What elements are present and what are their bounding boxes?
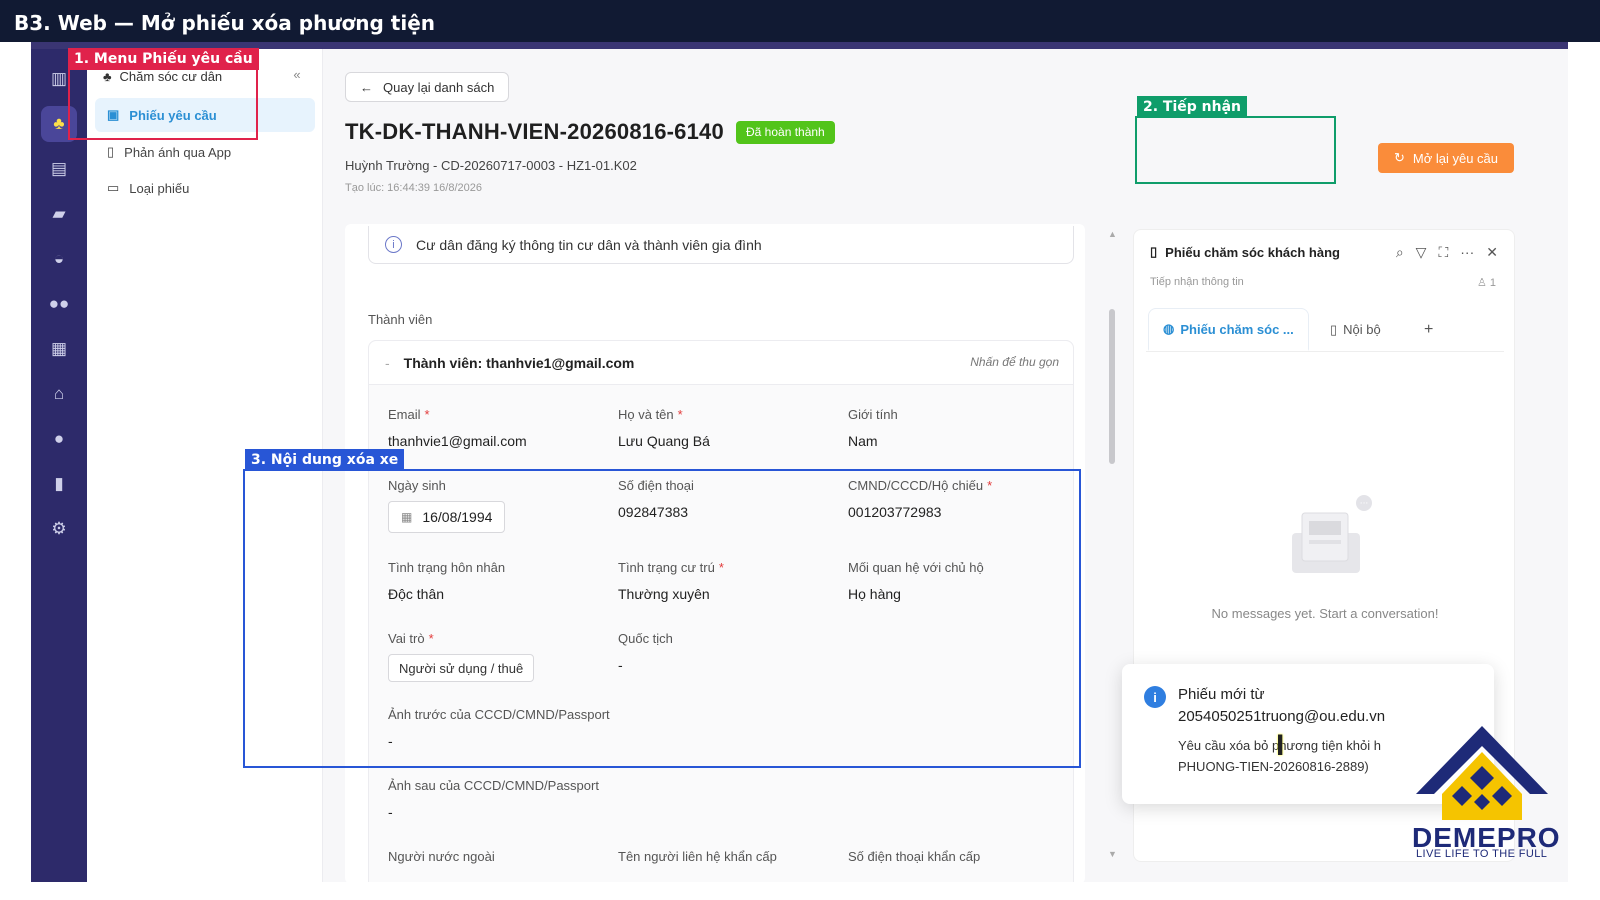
annotation-box-menu <box>68 68 258 140</box>
info-icon: i <box>1144 686 1166 708</box>
chat-toolbar: ⌕ ▽ ⛶ ··· ✕ <box>1396 244 1498 261</box>
emergency-phone-label: Số điện thoại khẩn cấp <box>848 849 981 864</box>
status-badge: Đã hoàn thành <box>736 121 835 144</box>
participant-count: ♙ 1 <box>1476 277 1496 289</box>
annotation-label-menu: 1. Menu Phiếu yêu cầu <box>68 48 259 70</box>
text-cursor-icon: I <box>1276 729 1285 762</box>
empty-chat-message: No messages yet. Start a conversation! <box>1211 606 1439 621</box>
icon-sidebar: ▥ ♣ ▤ ▰ ◒ ●● ▦ ⌂ ● ▮ ⚙ <box>31 49 87 882</box>
globe-icon: ◍ <box>1163 321 1175 336</box>
person-icon: ♙ <box>1476 277 1487 289</box>
phone-icon: ▯ <box>107 144 115 159</box>
info-box: i Cư dân đăng ký thông tin cư dân và thà… <box>368 226 1074 264</box>
annotation-label-content: 3. Nội dung xóa xe <box>245 449 405 471</box>
fullscreen-icon[interactable]: ⛶ <box>1438 244 1448 261</box>
user-icon[interactable]: ● <box>41 421 77 457</box>
submenu-item-loai-phieu[interactable]: ▭ Loại phiếu <box>95 171 315 205</box>
collapse-sidebar-button[interactable]: « <box>287 67 307 87</box>
car-icon[interactable]: ◒ <box>41 241 77 277</box>
fullname-label: Họ và tên * <box>618 407 683 422</box>
member-panel-header[interactable]: - Thành viên: thanhvie1@gmail.com Nhấn đ… <box>369 341 1073 385</box>
apartment-icon[interactable]: ▦ <box>41 331 77 367</box>
chart-icon[interactable]: ▮ <box>41 466 77 502</box>
gender-value: Nam <box>848 433 878 449</box>
notification-ticket-code: PHUONG-TIEN-20260816-2889) <box>1178 759 1369 774</box>
chat-title: ▯ Phiếu chăm sóc khách hàng <box>1150 244 1340 260</box>
submenu-item-phan-anh-qua-app[interactable]: ▯ Phản ánh qua App <box>95 135 315 169</box>
tab-customer-care[interactable]: ◍ Phiếu chăm sóc ... <box>1148 308 1309 351</box>
chat-title-text: Phiếu chăm sóc khách hàng <box>1165 244 1340 260</box>
reopen-label: Mở lại yêu cầu <box>1412 150 1499 166</box>
tab-label: Phiếu chăm sóc ... <box>1180 321 1294 337</box>
fullname-value: Lưu Quang Bá <box>618 433 710 449</box>
chevron-down-icon: - <box>385 354 390 371</box>
foreigner-label: Người nước ngoài <box>388 849 495 864</box>
submenu-item-label: Loại phiếu <box>129 180 190 196</box>
tab-internal[interactable]: ▯ Nội bộ <box>1316 308 1395 351</box>
app-top-border <box>31 42 1568 49</box>
ticket-subline: Huỳnh Trường - CD-20260717-0003 - HZ1-01… <box>345 158 637 173</box>
scroll-down-icon[interactable]: ▼ <box>1108 849 1117 859</box>
add-tab-button[interactable]: + <box>1410 308 1447 351</box>
notification-body: Yêu cầu xóa bỏ phương tiện khỏi h <box>1178 738 1381 753</box>
settings-icon[interactable]: ⚙ <box>41 511 77 547</box>
refresh-icon: ↻ <box>1394 150 1405 165</box>
annotation-box-receive <box>1135 116 1336 184</box>
collapse-hint[interactable]: Nhấn để thu gọn <box>970 355 1059 369</box>
annotation-label-receive: 2. Tiếp nhận <box>1137 96 1248 118</box>
ticket-created-at: Tạo lúc: 16:44:39 16/8/2026 <box>345 182 482 194</box>
svg-text:···: ··· <box>1360 499 1369 509</box>
id-back-label: Ảnh sau của CCCD/CMND/Passport <box>388 778 599 793</box>
content-scrollbar[interactable]: ▲ ▼ <box>1108 229 1117 859</box>
notification-title: Phiếu mới từ <box>1178 686 1265 703</box>
email-label: Email * <box>388 407 430 422</box>
annotation-box-content <box>243 469 1081 768</box>
reopen-request-button[interactable]: ↻ Mở lại yêu cầu <box>1378 143 1515 173</box>
info-icon: i <box>385 236 402 253</box>
users-icon[interactable]: ●● <box>41 286 77 322</box>
briefcase-icon[interactable]: ▰ <box>41 196 77 232</box>
arrow-left-icon: ← <box>360 79 373 95</box>
scrollbar-thumb[interactable] <box>1109 309 1115 464</box>
video-title-bar: B3. Web — Mở phiếu xóa phương tiện <box>0 0 1600 42</box>
store-icon[interactable]: ⌂ <box>41 376 77 412</box>
video-title: B3. Web — Mở phiếu xóa phương tiện <box>14 11 436 35</box>
chat-subtitle: Tiếp nhận thông tin <box>1150 276 1244 288</box>
close-icon[interactable]: ✕ <box>1486 244 1498 261</box>
category-icon: ▭ <box>107 180 120 195</box>
document-icon: ▯ <box>1330 321 1338 337</box>
gender-label: Giới tính <box>848 407 898 422</box>
scroll-up-icon[interactable]: ▲ <box>1108 229 1117 239</box>
member-title: Thành viên: thanhvie1@gmail.com <box>403 354 635 371</box>
id-back-value: - <box>388 804 393 820</box>
back-label: Quay lại danh sách <box>383 79 495 95</box>
empty-inbox-illustration: ··· <box>1292 495 1372 573</box>
submenu-item-label: Phản ánh qua App <box>124 144 232 160</box>
chat-tabs: ◍ Phiếu chăm sóc ... ▯ Nội bộ + <box>1146 308 1504 352</box>
search-icon[interactable]: ⌕ <box>1396 244 1404 261</box>
filter-icon[interactable]: ▽ <box>1416 244 1427 261</box>
document-icon: ▯ <box>1150 244 1158 259</box>
notification-sender: 2054050251truong@ou.edu.vn <box>1178 708 1386 725</box>
info-text: Cư dân đăng ký thông tin cư dân và thành… <box>416 236 762 253</box>
calculator-icon[interactable]: ▤ <box>41 151 77 187</box>
members-section-label: Thành viên <box>368 312 433 327</box>
emergency-name-label: Tên người liên hệ khẩn cấp <box>618 849 777 864</box>
back-to-list-button[interactable]: ← Quay lại danh sách <box>345 72 510 102</box>
tab-label: Nội bộ <box>1343 322 1381 337</box>
brand-tagline: LIVE LIFE TO THE FULL <box>1416 848 1548 860</box>
more-icon[interactable]: ··· <box>1460 244 1474 261</box>
ticket-id: TK-DK-THANH-VIEN-20260816-6140 <box>345 119 724 144</box>
email-value: thanhvie1@gmail.com <box>388 433 527 449</box>
